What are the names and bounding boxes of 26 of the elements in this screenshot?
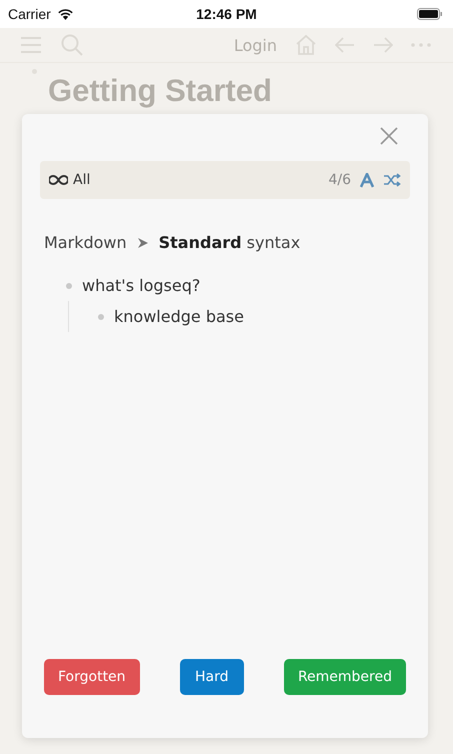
- filter-button[interactable]: All: [49, 172, 90, 188]
- bullet-icon[interactable]: [98, 314, 104, 320]
- block-text: what's logseq?: [82, 276, 200, 295]
- back-arrow-icon[interactable]: [335, 37, 355, 53]
- carrier-label: Carrier: [8, 6, 51, 22]
- shuffle-icon[interactable]: [383, 173, 401, 187]
- menu-icon[interactable]: [20, 36, 42, 54]
- infinity-icon: [49, 175, 68, 185]
- breadcrumb-link[interactable]: Standard syntax: [158, 233, 300, 252]
- chevron-icon: [136, 236, 149, 248]
- search-icon[interactable]: [60, 33, 84, 57]
- font-icon[interactable]: [360, 172, 374, 188]
- card-counter: 4/6: [328, 172, 351, 188]
- answer-button[interactable]: Remembered: [284, 659, 406, 695]
- page-title: Getting Started: [48, 74, 273, 108]
- breadcrumb-link[interactable]: Markdown: [44, 233, 127, 252]
- close-icon[interactable]: [380, 127, 398, 145]
- battery-icon: [417, 8, 443, 20]
- bullet-icon[interactable]: [66, 282, 72, 288]
- answer-button[interactable]: Hard: [180, 659, 244, 695]
- home-icon[interactable]: [295, 34, 317, 56]
- block-text: knowledge base: [114, 307, 244, 326]
- status-time: 12:46 PM: [196, 6, 257, 22]
- wifi-icon: [56, 8, 74, 20]
- forward-arrow-icon[interactable]: [373, 37, 393, 53]
- answer-button[interactable]: Forgotten: [44, 659, 140, 695]
